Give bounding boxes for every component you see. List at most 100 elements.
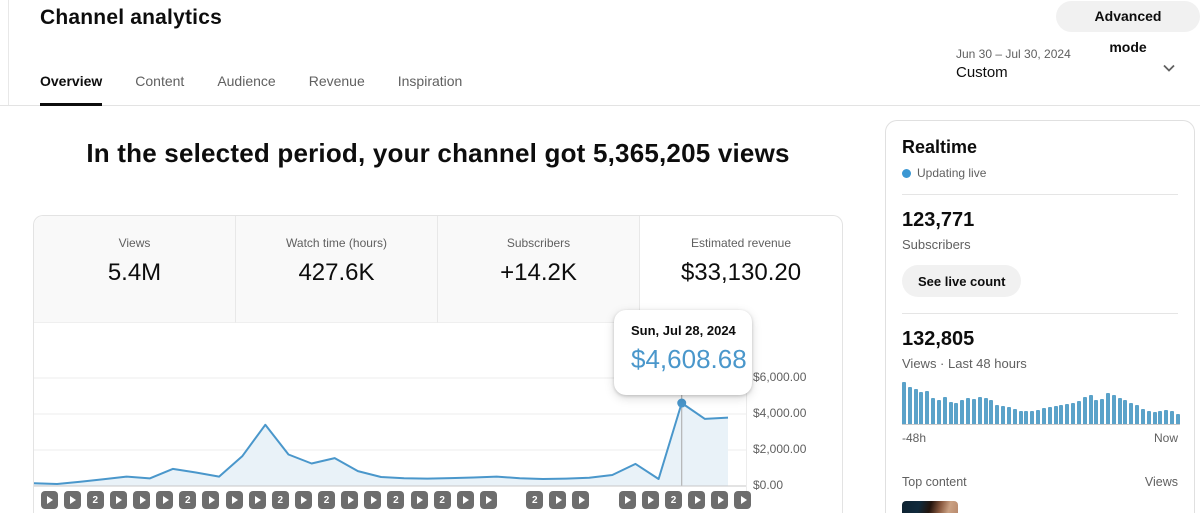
left-edge-divider: [8, 0, 9, 105]
realtime-bar: [902, 382, 906, 424]
video-publish-marker[interactable]: [549, 491, 567, 509]
multi-video-publish-marker[interactable]: 2: [86, 491, 104, 509]
play-icon: [301, 496, 308, 504]
play-icon: [717, 496, 724, 504]
video-publish-marker[interactable]: [294, 491, 312, 509]
multi-video-publish-marker[interactable]: 2: [665, 491, 682, 509]
play-icon: [70, 496, 77, 504]
play-icon: [255, 496, 262, 504]
play-icon: [648, 496, 655, 504]
realtime-axis-right: Now: [1153, 431, 1178, 445]
publish-count-label: 2: [439, 494, 445, 506]
tab-revenue[interactable]: Revenue: [309, 60, 365, 106]
publish-count-label: 2: [92, 494, 99, 506]
video-publish-marker[interactable]: [456, 491, 474, 509]
video-publish-marker[interactable]: [688, 491, 706, 509]
realtime-bar: [971, 398, 976, 424]
video-publish-marker[interactable]: [63, 491, 81, 509]
play-icon: [578, 496, 585, 504]
multi-video-publish-marker[interactable]: 2: [387, 491, 405, 509]
realtime-status: Updating live: [902, 166, 1178, 180]
play-icon: [417, 496, 424, 504]
realtime-bar: [1012, 409, 1017, 424]
play-icon: [694, 496, 701, 504]
realtime-bar: [948, 402, 953, 424]
y-axis-tick-label: $0.00: [753, 478, 784, 492]
realtime-bar: [983, 398, 988, 424]
multi-video-publish-marker[interactable]: 2: [318, 491, 336, 509]
highlighted-data-point[interactable]: [677, 398, 687, 408]
tab-content[interactable]: Content: [135, 60, 184, 106]
realtime-bar: [925, 391, 930, 424]
top-content-header: Top content Views: [902, 475, 1178, 489]
video-publish-marker[interactable]: [734, 491, 752, 509]
play-icon: [463, 496, 470, 504]
play-icon: [370, 496, 377, 504]
realtime-bar: [1065, 403, 1070, 424]
y-axis-tick-label: $6,000.00: [753, 370, 807, 384]
realtime-bar: [1152, 412, 1157, 424]
publish-count-label: 2: [277, 494, 284, 506]
top-content-thumbnail[interactable]: [902, 501, 958, 513]
realtime-bar: [966, 397, 971, 424]
publish-count-label: 2: [531, 494, 538, 506]
chevron-down-icon: [1158, 57, 1180, 84]
metric-card-subscribers[interactable]: Subscribers +14.2K: [438, 216, 640, 323]
video-publish-marker[interactable]: [341, 491, 359, 509]
realtime-bar: [1088, 394, 1093, 424]
video-publish-marker[interactable]: [410, 491, 428, 509]
realtime-axis: -48h Now: [902, 431, 1178, 445]
publish-count-label: 2: [393, 494, 399, 506]
realtime-subscribers-label: Subscribers: [902, 237, 971, 252]
tooltip-value: $4,608.68: [631, 344, 747, 374]
realtime-bar: [1006, 407, 1011, 424]
video-publish-marker[interactable]: [641, 491, 659, 509]
play-icon: [232, 496, 239, 504]
video-publish-marker[interactable]: [40, 491, 58, 509]
realtime-bar: [1117, 397, 1122, 424]
metric-card-estimated-revenue[interactable]: Estimated revenue $33,130.20: [640, 216, 842, 323]
metric-card-views[interactable]: Views 5.4M: [34, 216, 236, 323]
realtime-bar: [1036, 409, 1041, 424]
advanced-mode-button[interactable]: Advanced mode: [1056, 1, 1200, 55]
video-publish-marker[interactable]: [225, 491, 243, 509]
metric-card-watch-time[interactable]: Watch time (hours) 427.6K: [236, 216, 438, 323]
metric-value: $33,130.20: [680, 259, 802, 286]
see-live-count-button[interactable]: See live count: [902, 265, 1022, 297]
video-publish-marker[interactable]: [711, 491, 729, 509]
play-icon: [47, 496, 53, 504]
multi-video-publish-marker[interactable]: 2: [433, 491, 451, 509]
realtime-bar: [1170, 410, 1175, 424]
video-publish-marker[interactable]: [572, 491, 590, 509]
realtime-card: Realtime Updating live 123,771 Subscribe…: [885, 120, 1195, 513]
realtime-bar: [936, 399, 941, 424]
video-publish-marker[interactable]: [109, 491, 127, 509]
realtime-views-value: 132,805: [902, 328, 975, 350]
realtime-bar: [960, 400, 965, 424]
tab-overview[interactable]: Overview: [40, 60, 103, 106]
video-publish-marker[interactable]: [248, 491, 266, 509]
video-publish-marker[interactable]: [202, 491, 220, 509]
channel-analytics-page: Channel analytics Advanced mode Jun 30 –…: [0, 0, 1200, 513]
tab-audience[interactable]: Audience: [217, 60, 275, 106]
realtime-bar: [913, 388, 918, 424]
realtime-bar: [1140, 408, 1145, 424]
realtime-bar: [995, 404, 1000, 424]
analytics-tabs: Overview Content Audience Revenue Inspir…: [40, 60, 462, 106]
realtime-bar: [1146, 411, 1151, 424]
video-publish-marker[interactable]: [479, 491, 497, 509]
metric-label: Watch time (hours): [286, 236, 387, 250]
multi-video-publish-marker[interactable]: 2: [271, 491, 289, 509]
date-range-picker[interactable]: Jun 30 – Jul 30, 2024 Custom: [956, 47, 1182, 81]
video-publish-marker[interactable]: [618, 491, 636, 509]
video-publish-marker[interactable]: [364, 491, 382, 509]
metric-label: Subscribers: [506, 236, 571, 250]
play-icon: [162, 496, 169, 504]
multi-video-publish-marker[interactable]: 2: [526, 491, 544, 509]
video-publish-marker[interactable]: [133, 491, 151, 509]
realtime-bar-chart: [902, 382, 1180, 425]
multi-video-publish-marker[interactable]: 2: [179, 491, 197, 509]
video-publish-marker[interactable]: [156, 491, 174, 509]
tab-inspiration[interactable]: Inspiration: [398, 60, 463, 106]
realtime-bar: [1001, 406, 1006, 424]
